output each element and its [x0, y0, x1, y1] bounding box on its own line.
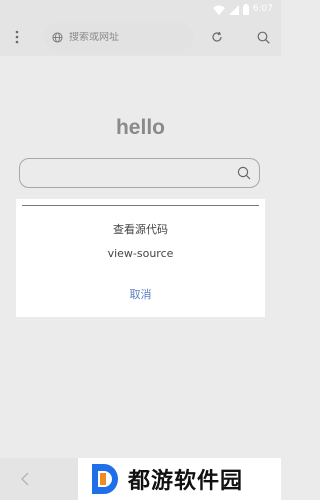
- globe-icon: [52, 31, 63, 43]
- menu-item-view-source-scheme[interactable]: view-source: [16, 247, 265, 260]
- reload-icon[interactable]: [207, 27, 227, 47]
- home-logo-text: hello: [115, 116, 165, 139]
- watermark: 都游软件园: [78, 458, 281, 500]
- context-dialog: 查看源代码 view-source 取消: [16, 199, 265, 317]
- address-input[interactable]: [69, 31, 179, 43]
- menu-item-view-source[interactable]: 查看源代码: [16, 221, 265, 237]
- search-icon[interactable]: [237, 166, 251, 180]
- browser-toolbar: [0, 18, 281, 56]
- bottom-bar: 都游软件园: [0, 458, 281, 500]
- home-search-box[interactable]: [19, 158, 260, 188]
- wifi-icon: [212, 0, 225, 19]
- search-icon[interactable]: [253, 27, 273, 47]
- watermark-text: 都游软件园: [128, 469, 244, 494]
- watermark-logo: [90, 462, 120, 496]
- status-time: 6:07: [252, 4, 273, 14]
- back-arrow-icon[interactable]: [16, 470, 34, 488]
- cancel-button[interactable]: 取消: [16, 286, 265, 302]
- address-bar[interactable]: [44, 23, 194, 51]
- more-vertical-icon[interactable]: [7, 27, 27, 47]
- status-bar: 6:07: [0, 0, 281, 18]
- signal-icon: [228, 0, 239, 19]
- dialog-divider: [22, 205, 259, 206]
- battery-icon: [242, 0, 249, 19]
- status-icons: 6:07: [212, 3, 273, 15]
